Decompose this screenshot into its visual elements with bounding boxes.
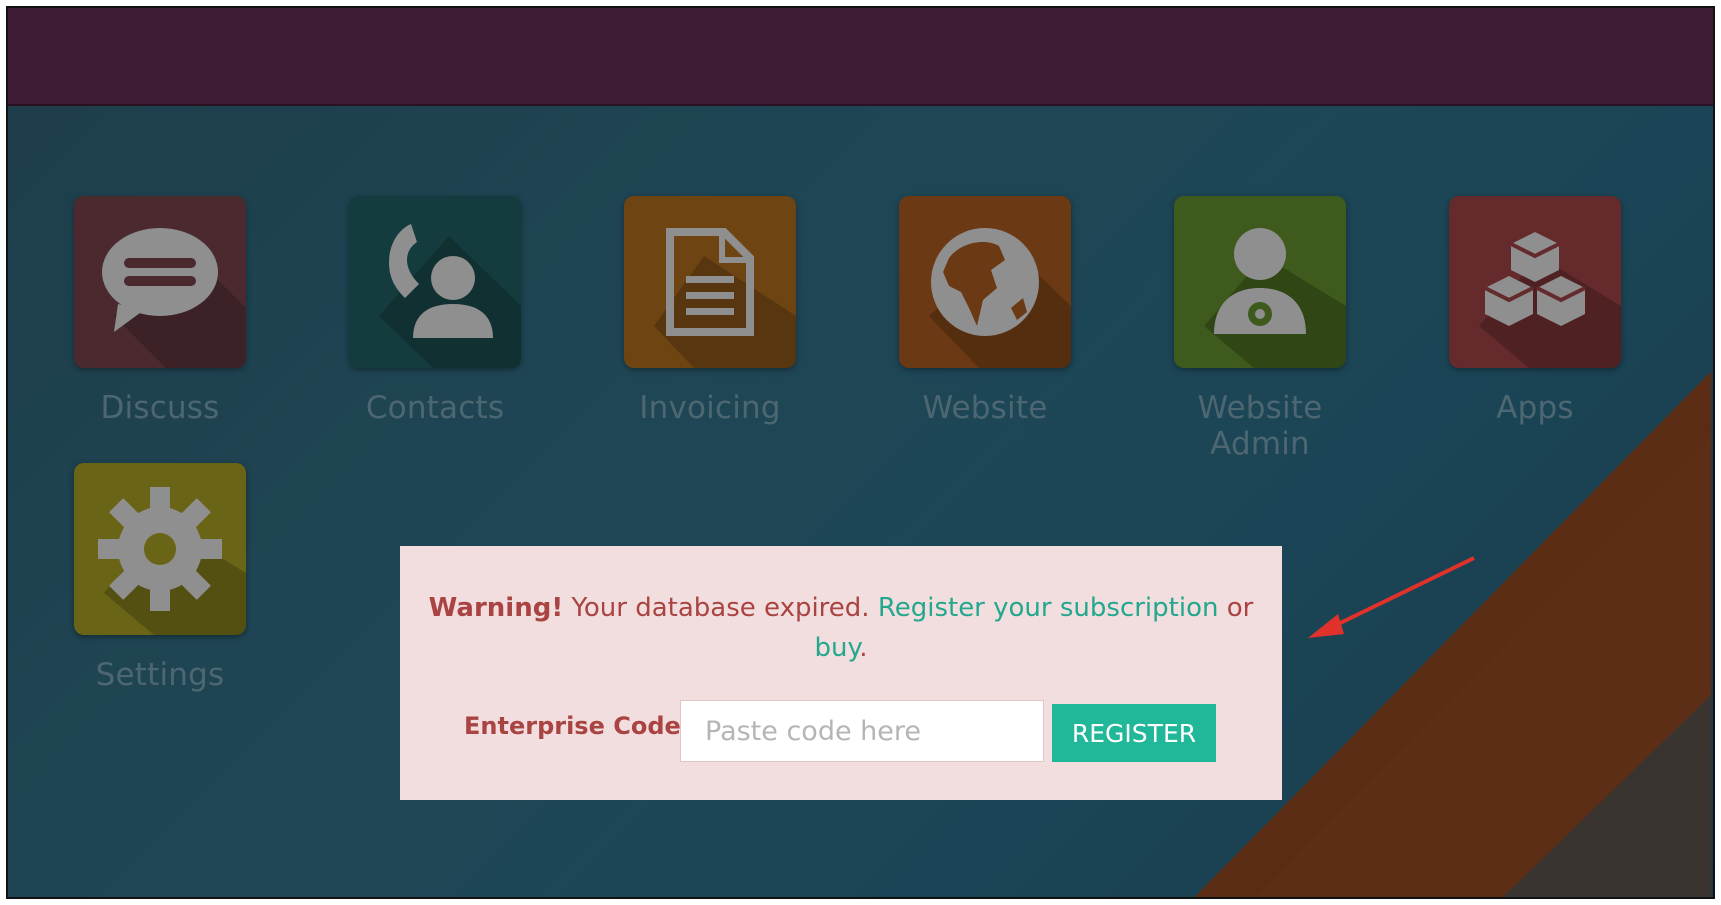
- top-navbar: [8, 8, 1713, 106]
- app-discuss[interactable]: Discuss: [60, 196, 260, 426]
- globe-icon: [929, 228, 1071, 368]
- app-settings[interactable]: Settings: [60, 463, 260, 693]
- phone-contact-icon: [379, 224, 521, 368]
- enterprise-code-label: Enterprise Code:: [464, 712, 691, 740]
- cubes-icon: [1479, 232, 1621, 368]
- warning-or: or: [1218, 593, 1254, 623]
- app-window: Discuss Contacts Invoicing Website Websi…: [6, 6, 1715, 899]
- user-gear-icon: [1204, 228, 1346, 368]
- app-label: Website Admin: [1197, 390, 1323, 462]
- app-apps[interactable]: Apps: [1435, 196, 1635, 426]
- apps-tile[interactable]: [1449, 196, 1621, 368]
- app-website[interactable]: Website: [885, 196, 1085, 426]
- app-label: Contacts: [365, 390, 505, 426]
- buy-link[interactable]: buy: [815, 633, 860, 663]
- warning-message: Warning! Your database expired. Register…: [400, 588, 1282, 668]
- website-admin-tile[interactable]: [1174, 196, 1346, 368]
- register-button[interactable]: REGISTER: [1052, 704, 1216, 762]
- app-website-admin[interactable]: Website Admin: [1160, 196, 1360, 462]
- app-invoicing[interactable]: Invoicing: [610, 196, 810, 426]
- enterprise-code-input[interactable]: [680, 700, 1044, 762]
- warning-text: Your database expired.: [563, 593, 878, 623]
- warning-strong: Warning!: [428, 593, 564, 623]
- app-label: Invoicing: [639, 390, 781, 426]
- app-label: Website: [922, 390, 1048, 426]
- settings-tile[interactable]: [74, 463, 246, 635]
- contacts-tile[interactable]: [349, 196, 521, 368]
- website-tile[interactable]: [899, 196, 1071, 368]
- chat-bubble-icon: [102, 228, 246, 368]
- app-label: Settings: [95, 657, 225, 693]
- app-label: Apps: [1496, 390, 1574, 426]
- document-icon: [654, 228, 796, 368]
- warning-period: .: [859, 633, 868, 663]
- gear-icon: [98, 487, 246, 635]
- app-label: Discuss: [100, 390, 220, 426]
- register-subscription-link[interactable]: Register your subscription: [878, 593, 1219, 623]
- discuss-tile[interactable]: [74, 196, 246, 368]
- invoicing-tile[interactable]: [624, 196, 796, 368]
- expiration-warning-panel: Warning! Your database expired. Register…: [400, 546, 1282, 800]
- app-contacts[interactable]: Contacts: [335, 196, 535, 426]
